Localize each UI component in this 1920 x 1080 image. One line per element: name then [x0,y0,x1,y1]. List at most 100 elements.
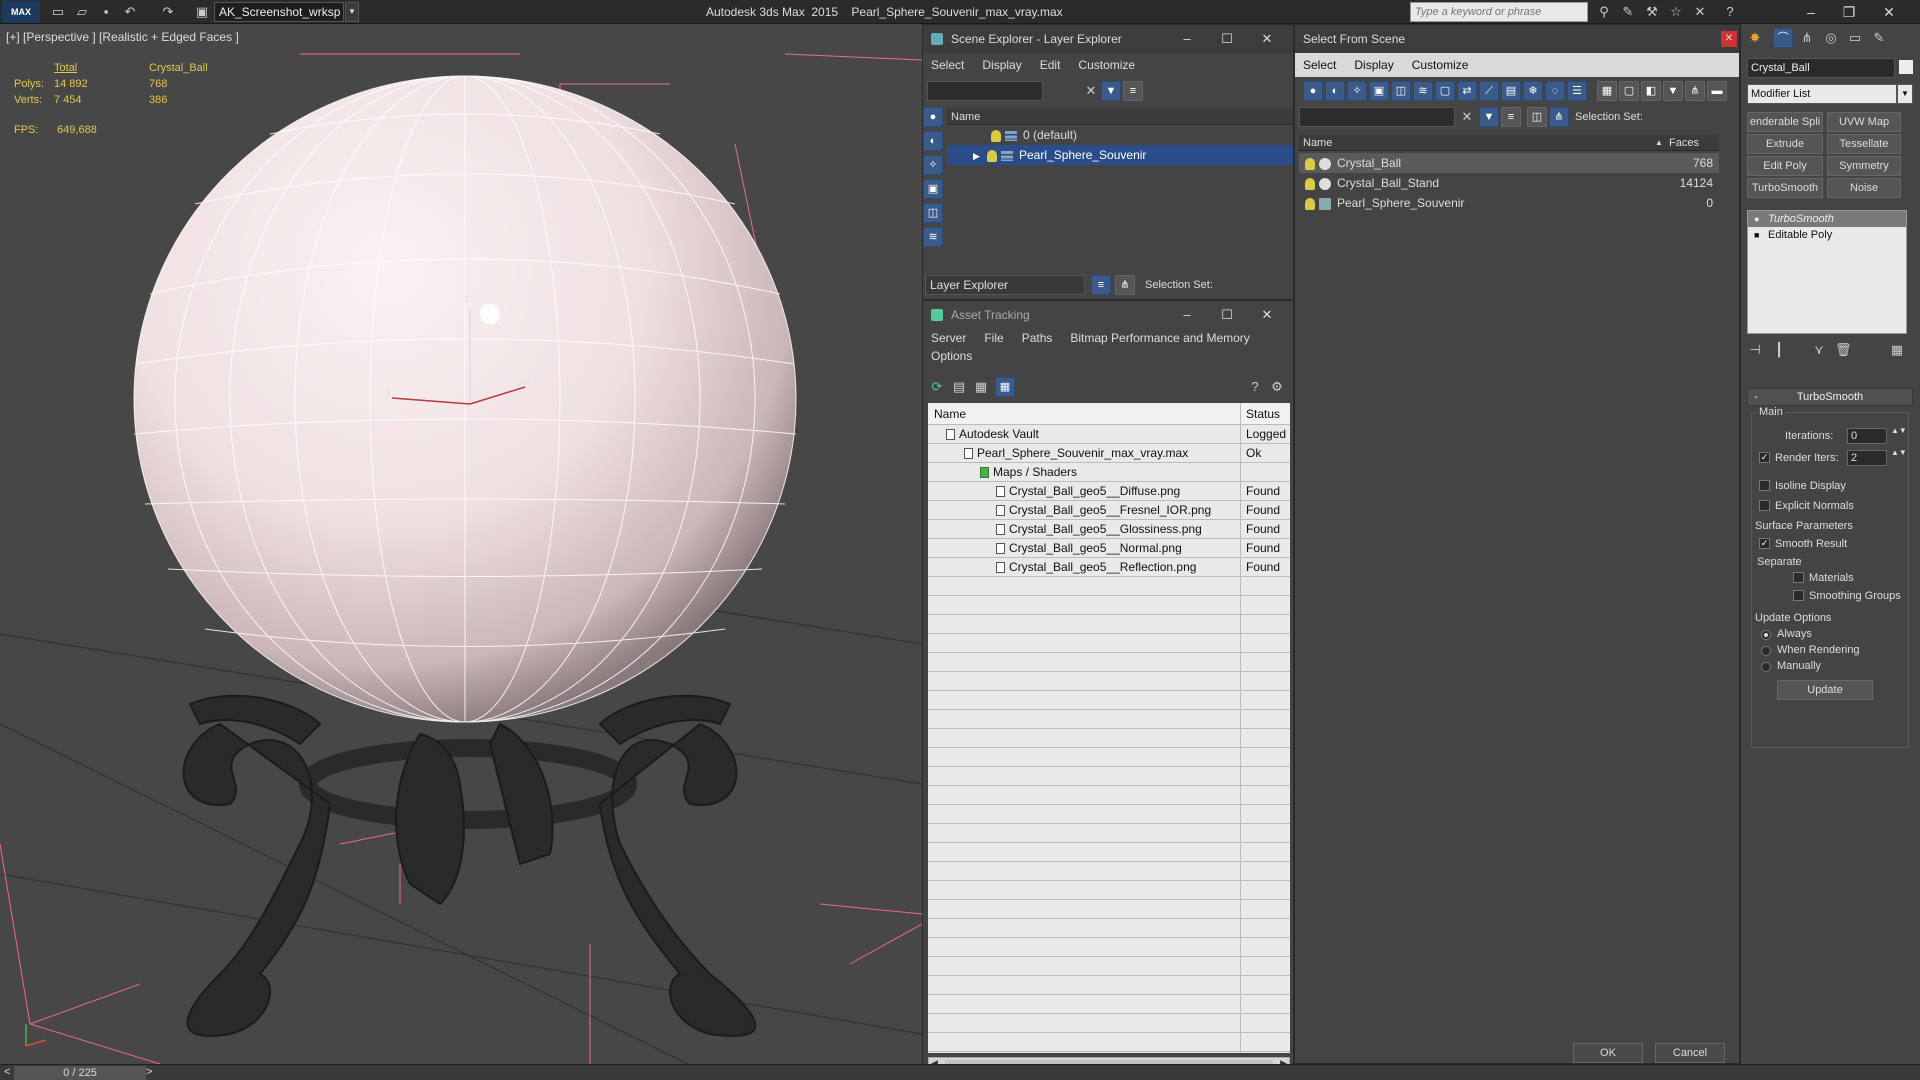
menu-display[interactable]: Display [982,53,1021,77]
save-file-icon[interactable]: ▪ [98,4,114,20]
filter-list-icon[interactable]: ▼ [1663,81,1683,101]
lightbulb-icon[interactable] [987,149,997,162]
display-spacewarps-icon[interactable]: ≋ [923,227,943,247]
asset-row[interactable]: Crystal_Ball_geo5__Reflection.png Found [928,558,1290,577]
help-icon[interactable]: ? [1722,4,1738,20]
col-name[interactable]: Name [1303,137,1332,149]
display-bones-icon[interactable]: ⟋ [1479,81,1499,101]
stack-item-turbosmooth[interactable]: ● TurboSmooth [1748,211,1906,227]
modifier-btn-edit-poly[interactable]: Edit Poly [1747,156,1823,176]
col-faces[interactable]: Faces [1669,135,1699,151]
object-row[interactable]: Crystal_Ball_Stand 14124 [1299,173,1719,193]
menu-file[interactable]: File [984,329,1003,347]
search-input[interactable]: Type a keyword or phrase [1410,2,1588,22]
close-window-icon[interactable]: ✕ [1870,0,1908,24]
menu-display[interactable]: Display [1354,53,1393,77]
invert-selection-icon[interactable]: ◧ [1641,81,1661,101]
tools-icon[interactable]: ✎ [1620,4,1636,20]
display-geometry-icon[interactable]: ● [923,107,943,127]
col-name[interactable]: Name [934,407,966,421]
display-lights-icon[interactable]: ✧ [1347,81,1367,101]
show-end-result-icon[interactable]: ┃ [1771,342,1787,358]
layer-explorer-icon[interactable]: ≡ [1091,275,1111,295]
chevron-down-icon[interactable]: ▼ [1897,84,1913,104]
scene-explorer-filter-input[interactable] [927,81,1043,101]
asset-row[interactable]: Maps / Shaders [928,463,1290,482]
smooth-result-checkbox[interactable]: ✓ [1759,538,1770,549]
perspective-viewport[interactable]: z x y [+] [Perspective ] [Realistic + Ed… [0,24,922,1070]
asset-row[interactable]: Crystal_Ball_geo5__Glossiness.png Found [928,520,1290,539]
modifier-btn-extrude[interactable]: Extrude [1747,134,1823,154]
select-from-scene-title-bar[interactable]: Select From Scene ✕ [1295,25,1739,53]
workspace-select[interactable]: AK_Screenshot_wrksp [214,2,344,22]
create-tab-icon[interactable]: ✸ [1747,30,1763,46]
modifier-list-dropdown[interactable]: Modifier List [1747,84,1897,104]
object-name-field[interactable]: Crystal_Ball [1747,58,1895,78]
menu-options[interactable]: Options [931,347,972,365]
modifier-btn-symmetry[interactable]: Symmetry [1827,156,1901,176]
undo-icon[interactable]: ↶ [122,4,138,20]
lightbulb-icon[interactable] [1305,197,1315,210]
workspace-dropdown-icon[interactable]: ▼ [345,2,359,22]
when-rendering-radio[interactable] [1761,646,1771,656]
menu-server[interactable]: Server [931,329,966,347]
turbosmooth-rollout-header[interactable]: - TurboSmooth [1747,388,1913,406]
sort-hierarchy-icon[interactable]: ⋔ [1685,81,1705,101]
asset-row[interactable]: Crystal_Ball_geo5__Fresnel_IOR.png Found [928,501,1290,520]
scene-explorer-title-bar[interactable]: Scene Explorer - Layer Explorer – ☐ ✕ [923,25,1293,53]
display-shapes-icon[interactable]: ◐ [923,131,943,151]
remove-modifier-icon[interactable]: 🗑 [1835,342,1852,358]
pin-stack-icon[interactable]: ⊣ [1747,342,1763,358]
menu-select[interactable]: Select [931,53,964,77]
explorer-type-dropdown[interactable]: Layer Explorer [925,275,1085,295]
collapse-icon[interactable]: ▬ [1707,81,1727,101]
layer-options-icon[interactable]: ≡ [1123,81,1143,101]
subscription-icon[interactable]: ⚒ [1644,4,1660,20]
menu-select[interactable]: Select [1303,53,1336,77]
hierarchy-icon[interactable]: ⋔ [1549,107,1569,127]
minimize-icon[interactable]: – [1792,0,1830,24]
menu-edit[interactable]: Edit [1040,53,1061,77]
next-frame-icon[interactable]: > [146,1066,152,1078]
lightbulb-icon[interactable]: ● [1754,211,1759,227]
always-radio[interactable] [1761,630,1771,640]
lightbulb-icon[interactable] [991,129,1001,142]
hierarchy-tab-icon[interactable]: ⋔ [1799,30,1815,46]
col-status[interactable]: Status [1246,407,1280,421]
object-row[interactable]: Pearl_Sphere_Souvenir 0 [1299,193,1719,213]
select-none-icon[interactable]: ▢ [1619,81,1639,101]
clear-filter-icon[interactable]: ✕ [1459,109,1475,125]
restore-icon[interactable]: ❐ [1830,0,1868,24]
display-shapes-icon[interactable]: ◐ [1325,81,1345,101]
object-row[interactable]: Crystal_Ball 768 [1299,153,1719,173]
favorites-icon[interactable]: ☆ [1668,4,1684,20]
time-slider[interactable]: 0 / 225 [14,1066,146,1080]
layers-icon[interactable]: ◫ [1527,107,1547,127]
menu-bitmap-performance[interactable]: Bitmap Performance and Memory [1070,329,1249,347]
asset-row[interactable]: Autodesk Vault Logged [928,425,1290,444]
display-all-icon[interactable]: ☰ [1567,81,1587,101]
iterations-spinner[interactable]: 0 [1847,428,1887,444]
display-cameras-icon[interactable]: ▣ [1369,81,1389,101]
open-file-icon[interactable]: ▱ [74,4,90,20]
display-spacewarps-icon[interactable]: ≋ [1413,81,1433,101]
asset-row[interactable]: Pearl_Sphere_Souvenir_max_vray.max Ok [928,444,1290,463]
display-lights-icon[interactable]: ✧ [923,155,943,175]
menu-paths[interactable]: Paths [1022,329,1053,347]
lightbulb-icon[interactable] [1305,157,1315,170]
modifier-btn-noise[interactable]: Noise [1827,178,1901,198]
render-iters-checkbox[interactable]: ✓ [1759,452,1770,463]
minimize-icon[interactable]: – [1173,301,1201,329]
asset-row[interactable]: Crystal_Ball_geo5__Diffuse.png Found [928,482,1290,501]
project-folder-icon[interactable]: ▣ [194,4,210,20]
modifier-btn-uvw-map[interactable]: UVW Map [1827,112,1901,132]
binoculars-icon[interactable]: ⚲ [1596,4,1612,20]
minimize-icon[interactable]: – [1173,25,1201,53]
app-logo[interactable]: MAX [2,1,40,23]
close-icon[interactable]: ✕ [1721,31,1737,47]
select-all-icon[interactable]: ▦ [1597,81,1617,101]
expand-icon[interactable]: ■ [1754,227,1759,243]
maximize-icon[interactable]: ☐ [1213,301,1241,329]
menu-customize[interactable]: Customize [1078,53,1135,77]
configure-sets-icon[interactable]: ▦ [1889,342,1905,358]
